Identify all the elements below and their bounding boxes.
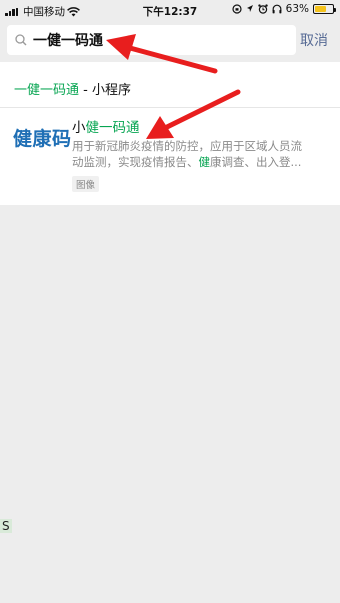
result-item-health-code[interactable]: 健康码 小健一码通 用于新冠肺炎疫情的防控，应用于区域人员流 动监测，实现疫情报… [0, 108, 340, 205]
health-code-logo: 健康码 [13, 128, 72, 150]
search-icon [15, 34, 27, 46]
desc-line2-start: 动监测，实现疫情报告、 [72, 155, 199, 169]
app-name-prefix: 小 [72, 120, 86, 136]
category-query-highlight: 一健一码通 [14, 83, 80, 98]
cancel-button[interactable]: 取消 [300, 30, 328, 50]
app-description-line2: 动监测，实现疫情报告、健康调查、出入登... [72, 154, 328, 170]
search-input[interactable] [33, 29, 288, 51]
category-header-mini-program[interactable]: 一健一码通 - 小程序 [14, 79, 131, 98]
search-bar: 取消 [0, 22, 340, 62]
category-suffix: - 小程序 [79, 83, 131, 98]
headphones-icon [272, 4, 282, 14]
search-box[interactable] [7, 25, 296, 55]
desc-line2-highlight: 健 [198, 155, 211, 169]
status-right: 63% [232, 3, 336, 15]
app-description-line1: 用于新冠肺炎疫情的防控，应用于区域人员流 [72, 139, 302, 153]
battery-icon [313, 4, 336, 14]
side-mark: S [0, 519, 12, 533]
app-name: 小健一码通 [72, 116, 140, 136]
rotation-lock-icon [232, 4, 242, 14]
desc-line2-end: 康调查、出入登... [210, 155, 302, 169]
app-name-highlight: 健一码通 [85, 120, 140, 136]
category-tag: 图像 [72, 176, 100, 192]
search-results: 一健一码通 - 小程序 健康码 小健一码通 用于新冠肺炎疫情的防控，应用于区域人… [0, 62, 340, 205]
location-icon [246, 5, 253, 12]
status-bar: 中国移动 下午12:37 63% [0, 0, 340, 22]
app-description: 用于新冠肺炎疫情的防控，应用于区域人员流 动监测，实现疫情报告、健康调查、出入登… [72, 138, 328, 170]
alarm-icon [257, 4, 268, 14]
battery-percent: 63% [285, 3, 309, 15]
